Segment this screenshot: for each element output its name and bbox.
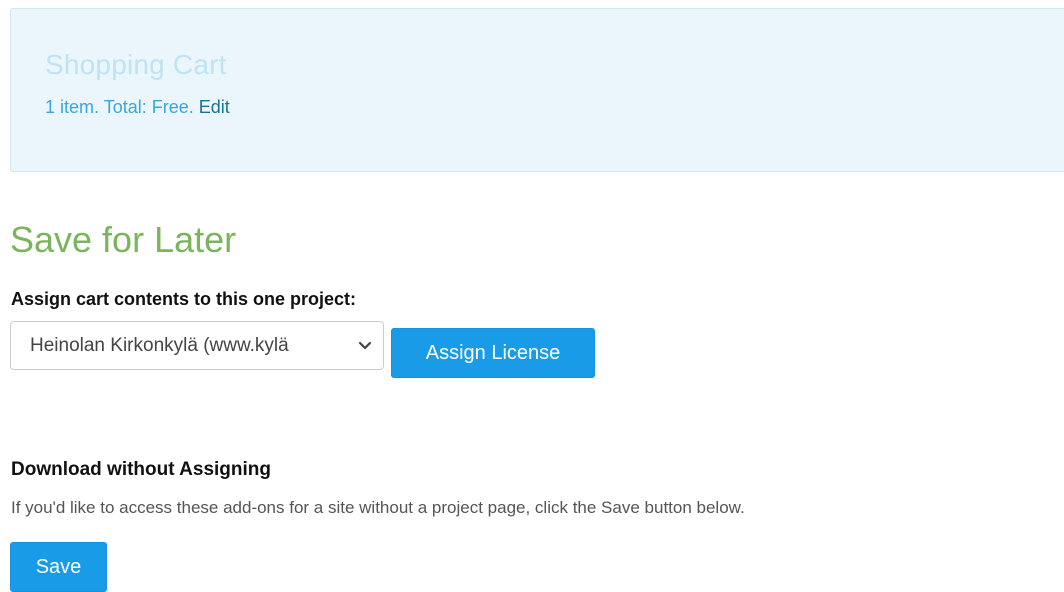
project-select-value: Heinolan Kirkonkylä (www.kylä bbox=[30, 335, 289, 356]
cart-summary: 1 item. Total: Free. Edit bbox=[45, 97, 230, 119]
download-heading: Download without Assigning bbox=[11, 459, 271, 480]
assign-project-label: Assign cart contents to this one project… bbox=[11, 289, 357, 309]
save-button[interactable]: Save bbox=[10, 542, 107, 592]
cart-edit-link[interactable]: Edit bbox=[199, 97, 230, 117]
cart-title: Shopping Cart bbox=[45, 49, 227, 80]
download-description: If you'd like to access these add-ons fo… bbox=[11, 498, 745, 517]
cart-summary-text: 1 item. Total: Free. bbox=[45, 97, 194, 117]
shopping-cart-panel: Shopping Cart 1 item. Total: Free. Edit bbox=[10, 8, 1064, 172]
save-for-later-title: Save for Later bbox=[10, 219, 237, 260]
project-select[interactable]: Heinolan Kirkonkylä (www.kylä bbox=[10, 321, 384, 370]
assign-license-button[interactable]: Assign License bbox=[391, 328, 595, 378]
chevron-down-icon bbox=[357, 322, 373, 369]
